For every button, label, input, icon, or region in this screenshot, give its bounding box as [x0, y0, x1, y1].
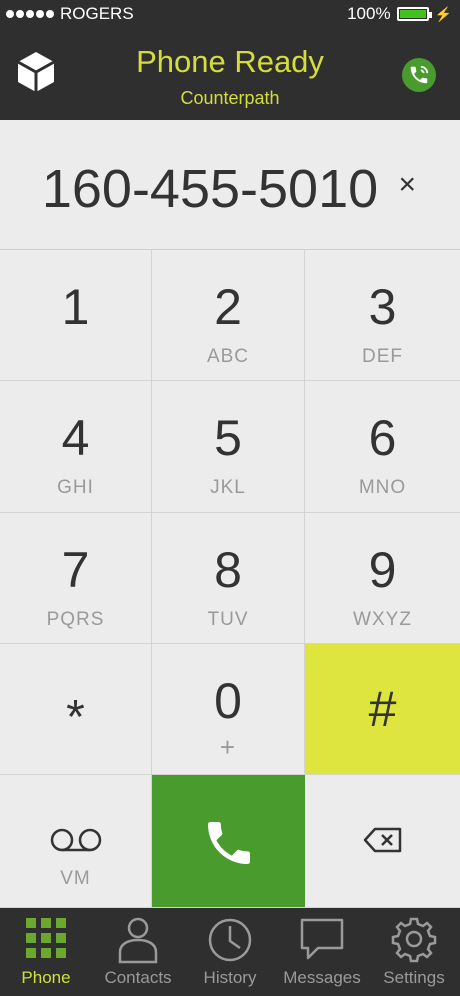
key-0[interactable]: 0 +	[152, 644, 305, 775]
key-5[interactable]: 5 JKL	[152, 381, 305, 513]
tab-messages[interactable]: Messages	[276, 908, 368, 996]
key-7[interactable]: 7 PQRS	[0, 513, 152, 644]
key-1[interactable]: 1	[0, 250, 152, 381]
gear-icon	[391, 917, 437, 963]
keypad-grid-icon	[26, 918, 66, 958]
key-star[interactable]: *	[0, 644, 152, 775]
clear-number-button[interactable]: ×	[398, 168, 416, 202]
key-digit: 0	[214, 673, 242, 729]
tab-contacts[interactable]: Contacts	[92, 908, 184, 996]
key-digit: 6	[368, 410, 397, 466]
tab-label: Settings	[383, 968, 445, 987]
person-icon	[118, 917, 158, 964]
tab-label: Messages	[283, 968, 361, 987]
tab-label: History	[203, 968, 257, 987]
account-name: Counterpath	[180, 88, 280, 108]
phone-signal-icon	[410, 65, 429, 84]
page-title: Phone Ready	[136, 44, 324, 79]
key-digit: 7	[61, 542, 90, 598]
charging-bolt-icon: ⚡	[434, 5, 452, 22]
key-digit: 3	[368, 279, 397, 335]
key-digit: 1	[61, 279, 90, 335]
phone-ready-icon[interactable]	[402, 58, 436, 92]
tab-label: Contacts	[104, 968, 172, 987]
app-header: Phone Ready Counterpath	[0, 28, 460, 120]
key-digit: 8	[214, 542, 242, 598]
key-digit: #	[368, 681, 397, 737]
tab-phone[interactable]: Phone	[0, 908, 92, 996]
voicemail-icon	[50, 828, 101, 852]
backspace-icon	[363, 827, 401, 853]
key-digit: 2	[214, 279, 242, 335]
status-left: ROGERS	[6, 4, 134, 24]
key-digit: 4	[61, 410, 90, 466]
bottom-tab-bar: Phone Contacts History Messages Settings	[0, 908, 460, 996]
key-digit: *	[66, 691, 85, 744]
speech-bubble-icon	[300, 918, 344, 960]
key-letters: PQRS	[46, 609, 105, 630]
key-letters: JKL	[210, 477, 246, 498]
key-digit: 9	[368, 542, 397, 598]
key-4[interactable]: 4 GHI	[0, 381, 152, 513]
key-letters: GHI	[57, 477, 94, 498]
dialed-number[interactable]: 160-455-5010	[0, 158, 420, 220]
voicemail-button[interactable]: VM	[0, 775, 152, 908]
key-letters: TUV	[207, 609, 249, 630]
key-2[interactable]: 2 ABC	[152, 250, 305, 381]
number-display: 160-455-5010 ×	[0, 120, 460, 250]
key-letters: MNO	[358, 477, 407, 498]
status-bar: ROGERS 100% ⚡	[0, 0, 460, 28]
key-letters: +	[219, 732, 237, 762]
backspace-button[interactable]	[305, 775, 460, 908]
key-8[interactable]: 8 TUV	[152, 513, 305, 644]
phone-handset-icon	[207, 822, 250, 864]
dial-keypad: 1 2 ABC 3 DEF 4 GHI 5 JKL 6 MNO 7 PQRS 8…	[0, 250, 460, 908]
key-letters: ABC	[206, 346, 250, 367]
tab-settings[interactable]: Settings	[368, 908, 460, 996]
key-letters: DEF	[362, 346, 403, 367]
battery-icon	[396, 7, 432, 21]
key-letters: WXYZ	[353, 609, 412, 630]
battery-percent: 100%	[347, 4, 391, 23]
tab-history[interactable]: History	[184, 908, 276, 996]
clock-icon	[208, 918, 252, 962]
voicemail-label: VM	[60, 868, 91, 889]
carrier-name: ROGERS	[60, 4, 134, 23]
key-digit: 5	[214, 410, 242, 466]
signal-strength-icon	[6, 10, 54, 18]
key-6[interactable]: 6 MNO	[305, 381, 460, 513]
call-button[interactable]	[152, 775, 305, 908]
key-3[interactable]: 3 DEF	[305, 250, 460, 381]
tab-label: Phone	[21, 968, 71, 987]
key-9[interactable]: 9 WXYZ	[305, 513, 460, 644]
key-hash[interactable]: #	[305, 644, 460, 775]
status-right: 100% ⚡	[347, 4, 452, 24]
